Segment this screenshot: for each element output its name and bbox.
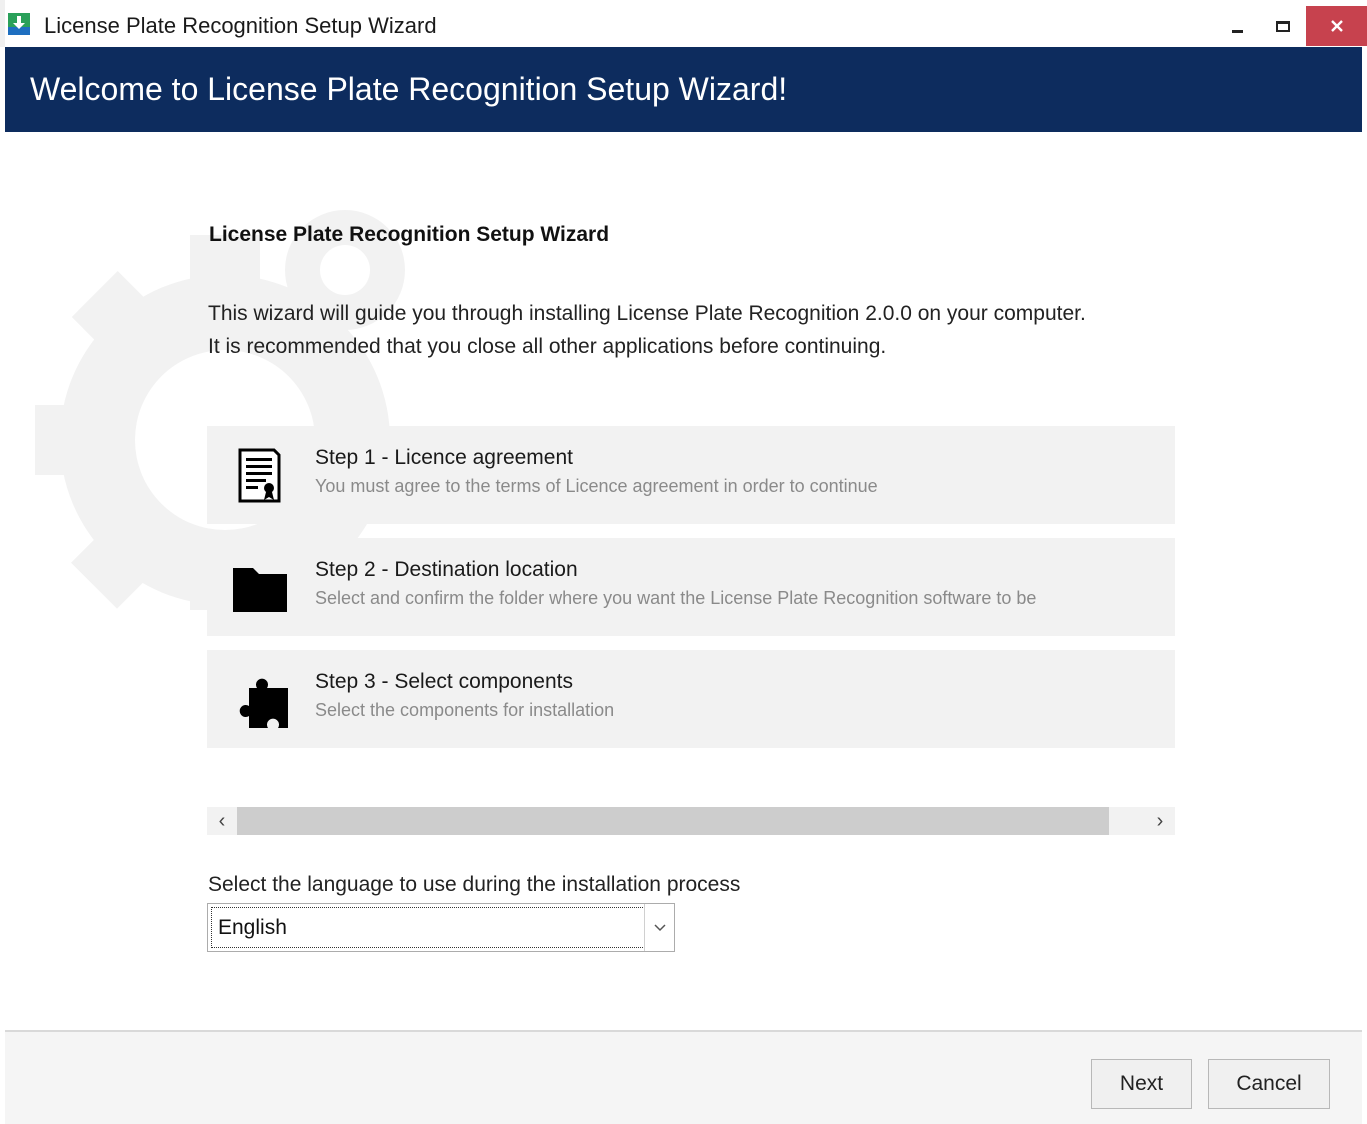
intro-line-2: It is recommended that you close all oth… xyxy=(208,335,887,358)
title-bar: License Plate Recognition Setup Wizard xyxy=(0,0,1367,47)
intro-line-1: This wizard will guide you through insta… xyxy=(208,302,1086,325)
window-title: License Plate Recognition Setup Wizard xyxy=(44,13,437,38)
step-3-title: Step 3 - Select components xyxy=(315,670,573,693)
minimize-icon xyxy=(1231,29,1243,33)
puzzle-icon xyxy=(239,678,288,728)
document-certificate-icon xyxy=(238,448,281,503)
language-focus-box: English xyxy=(211,907,645,948)
maximize-icon xyxy=(1276,20,1290,32)
language-dropdown-button[interactable] xyxy=(644,904,674,951)
language-select[interactable]: English xyxy=(207,903,675,952)
cancel-button[interactable]: Cancel xyxy=(1208,1059,1330,1109)
next-button[interactable]: Next xyxy=(1091,1059,1192,1109)
step-select-components: Step 3 - Select components Select the co… xyxy=(207,650,1175,748)
close-icon xyxy=(1330,20,1343,32)
page-heading: Welcome to License Plate Recognition Set… xyxy=(30,71,788,107)
close-button[interactable] xyxy=(1306,6,1367,46)
language-label: Select the language to use during the in… xyxy=(208,873,741,896)
horizontal-scrollbar[interactable]: ‹ › xyxy=(207,807,1175,835)
step-3-description: Select the components for installation xyxy=(315,700,615,720)
maximize-button[interactable] xyxy=(1260,6,1306,46)
step-1-title: Step 1 - Licence agreement xyxy=(315,446,573,469)
scroll-left-button[interactable]: ‹ xyxy=(207,807,237,835)
scroll-right-button[interactable]: › xyxy=(1145,807,1175,835)
chevron-down-icon xyxy=(653,923,666,931)
step-licence-agreement: Step 1 - Licence agreement You must agre… xyxy=(207,426,1175,524)
scrollbar-thumb[interactable] xyxy=(237,807,1109,835)
download-installer-icon xyxy=(8,13,30,35)
step-destination-location: Step 2 - Destination location Select and… xyxy=(207,538,1175,636)
header-banner: Welcome to License Plate Recognition Set… xyxy=(5,47,1362,132)
minimize-button[interactable] xyxy=(1214,6,1260,46)
step-1-description: You must agree to the terms of Licence a… xyxy=(315,476,878,496)
wizard-title: License Plate Recognition Setup Wizard xyxy=(209,223,610,246)
step-2-title: Step 2 - Destination location xyxy=(315,558,578,581)
intro-text: This wizard will guide you through insta… xyxy=(208,297,1108,363)
language-selected-value: English xyxy=(218,916,287,939)
step-2-description: Select and confirm the folder where you … xyxy=(315,588,1037,608)
folder-icon xyxy=(233,568,287,612)
